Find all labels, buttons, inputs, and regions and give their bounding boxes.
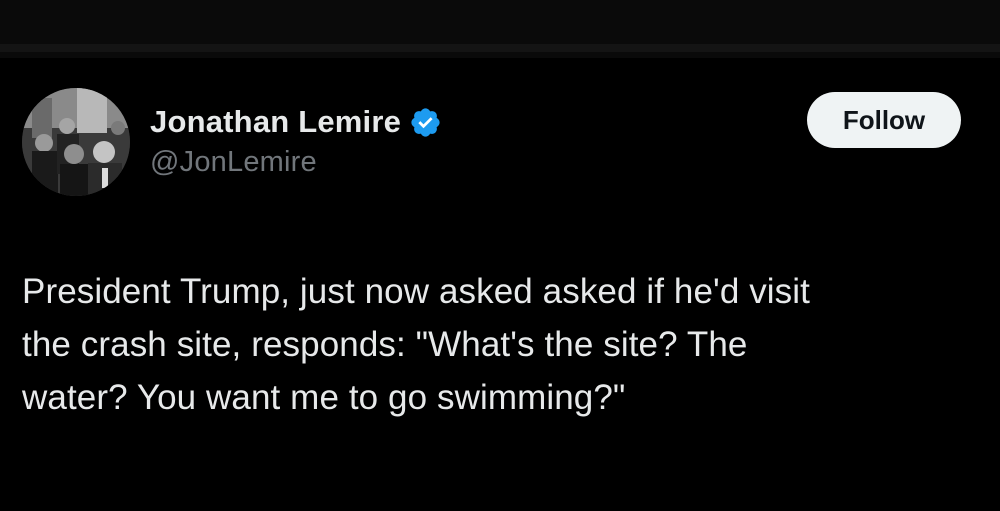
tweet-text: President Trump, just now asked asked if… — [22, 272, 810, 417]
verified-badge-icon — [409, 106, 442, 139]
top-strip — [0, 0, 1000, 58]
author-block: Jonathan Lemire @JonLemire — [150, 102, 442, 179]
top-divider — [0, 44, 1000, 52]
tweet-card: Jonathan Lemire @JonLemire Follow Presid… — [0, 58, 1000, 511]
avatar[interactable] — [22, 88, 130, 196]
profile-photo-icon — [22, 88, 130, 196]
name-row: Jonathan Lemire — [150, 102, 442, 142]
display-name[interactable]: Jonathan Lemire — [150, 104, 401, 140]
handle[interactable]: @JonLemire — [150, 146, 442, 179]
follow-button[interactable]: Follow — [807, 92, 961, 148]
